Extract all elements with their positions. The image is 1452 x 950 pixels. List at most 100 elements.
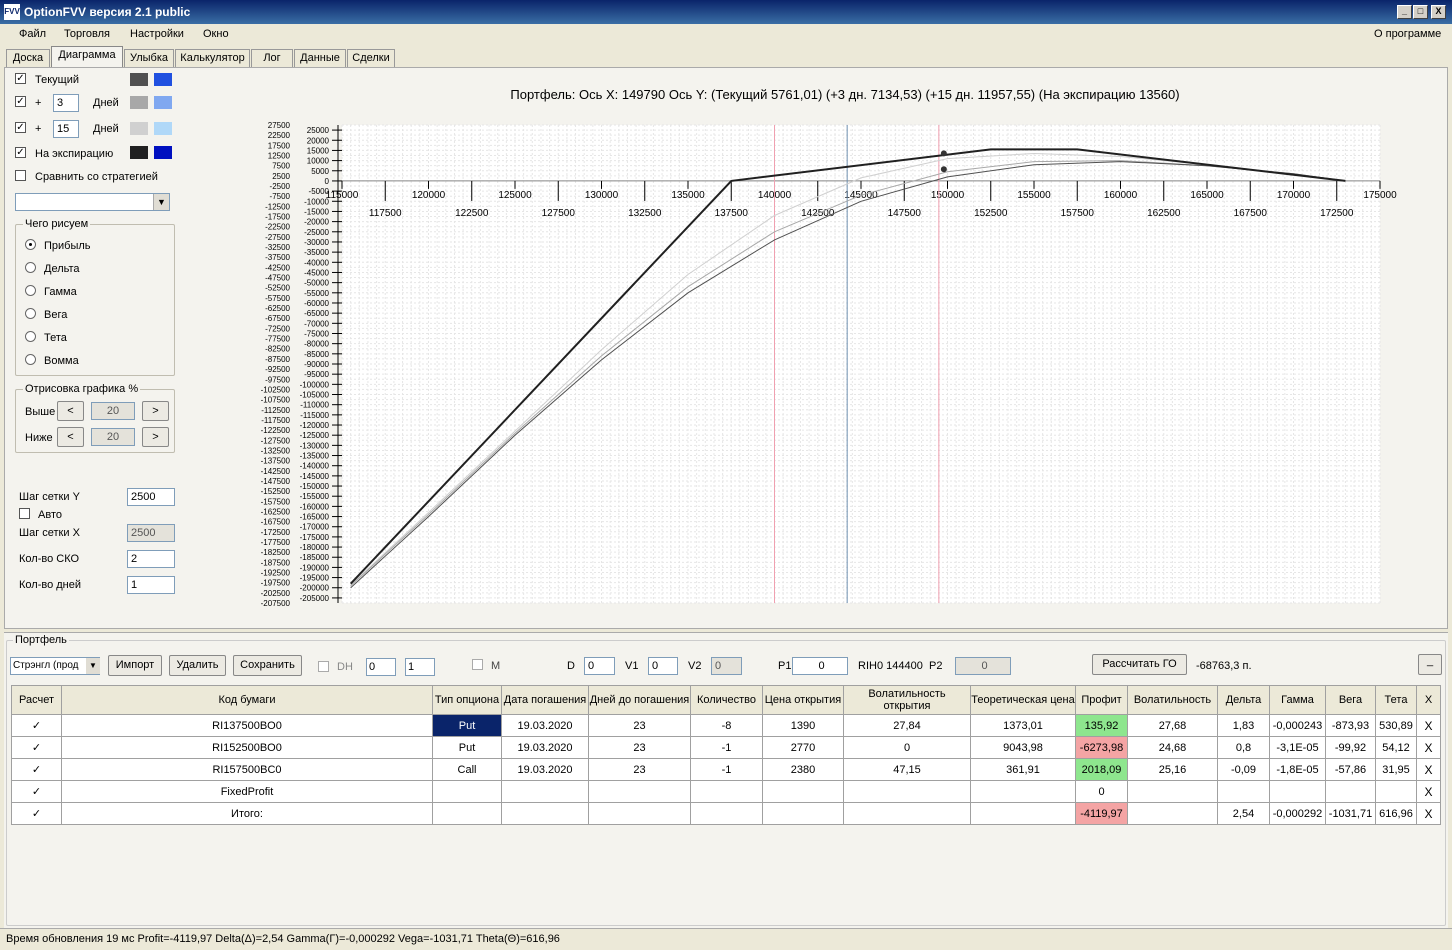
above-increase-button[interactable]: > xyxy=(142,401,169,421)
header-type[interactable]: Тип опциона xyxy=(432,685,502,715)
days2-color-swatch[interactable] xyxy=(130,122,148,135)
close-button[interactable]: X xyxy=(1431,5,1446,19)
radio-vega[interactable] xyxy=(25,308,36,319)
calc-go-button[interactable]: Рассчитать ГО xyxy=(1092,654,1187,675)
tab-smile[interactable]: Улыбка xyxy=(124,49,174,68)
chevron-down-icon[interactable]: ▼ xyxy=(153,194,169,210)
minimize-button[interactable]: _ xyxy=(1397,5,1412,19)
expiry-color-swatch-2[interactable] xyxy=(154,146,172,159)
menu-settings[interactable]: Настройки xyxy=(130,28,184,40)
tab-diagram[interactable]: Диаграмма xyxy=(51,46,123,68)
below-decrease-button[interactable]: < xyxy=(57,427,84,447)
header-date[interactable]: Дата погашения xyxy=(501,685,589,715)
header-delete[interactable]: X xyxy=(1416,685,1441,715)
table-row[interactable]: ✓ RI137500BO0 Put 19.03.2020 23 -8 1390 27,84 13… xyxy=(11,714,1441,737)
above-decrease-button[interactable]: < xyxy=(57,401,84,421)
header-profit[interactable]: Профит xyxy=(1075,685,1128,715)
delete-button[interactable]: Удалить xyxy=(169,655,226,676)
dh-checkbox[interactable] xyxy=(318,661,329,672)
table-row[interactable]: ✓ FixedProfit 0 X xyxy=(11,780,1441,803)
header-vol[interactable]: Волатильность xyxy=(1127,685,1218,715)
v1-input[interactable]: 0 xyxy=(648,657,678,675)
current-color-swatch[interactable] xyxy=(130,73,148,86)
profit-chart[interactable]: Портфель: Ось X: 149790 Ось Y: (Текущий … xyxy=(250,80,1440,610)
row-delete-button[interactable]: X xyxy=(1416,758,1441,781)
days1-color-swatch[interactable] xyxy=(130,96,148,109)
header-code[interactable]: Код бумаги xyxy=(61,685,433,715)
radio-profit[interactable] xyxy=(25,239,36,250)
header-qty[interactable]: Количество xyxy=(690,685,763,715)
auto-checkbox[interactable] xyxy=(19,508,30,519)
d-input[interactable]: 0 xyxy=(584,657,615,675)
row-checkbox[interactable]: ✓ xyxy=(11,758,62,781)
grid-y-input[interactable]: 2500 xyxy=(127,488,175,506)
days2-checkbox[interactable]: ✓ xyxy=(15,122,26,133)
tab-deals[interactable]: Сделки xyxy=(347,49,395,68)
m-checkbox[interactable] xyxy=(472,659,483,670)
radio-delta[interactable] xyxy=(25,262,36,273)
sko-input[interactable]: 2 xyxy=(127,550,175,568)
header-vol-open[interactable]: Волатильность открытия xyxy=(843,685,971,715)
grid-x-input[interactable]: 2500 xyxy=(127,524,175,542)
row-delete-button[interactable]: X xyxy=(1416,714,1441,737)
menu-window[interactable]: Окно xyxy=(203,28,229,40)
dh-spin1[interactable]: 0 xyxy=(366,658,396,676)
table-row[interactable]: ✓ RI157500BC0 Call 19.03.2020 23 -1 2380 47,15 3… xyxy=(11,758,1441,781)
radio-theta[interactable] xyxy=(25,331,36,342)
strategy-select[interactable] xyxy=(15,193,170,211)
menu-about[interactable]: О программе xyxy=(1374,28,1441,40)
row-checkbox[interactable]: ✓ xyxy=(11,802,62,825)
row-gamma: -3,1E-05 xyxy=(1269,736,1326,759)
tab-log[interactable]: Лог xyxy=(251,49,293,68)
days1-input[interactable]: 3 xyxy=(53,94,79,112)
row-checkbox[interactable]: ✓ xyxy=(11,736,62,759)
tab-data[interactable]: Данные xyxy=(294,49,346,68)
header-theta[interactable]: Тета xyxy=(1375,685,1417,715)
current-color-swatch-2[interactable] xyxy=(154,73,172,86)
header-theo[interactable]: Теоретическая цена xyxy=(970,685,1076,715)
days1-checkbox[interactable]: ✓ xyxy=(15,96,26,107)
table-row[interactable]: ✓ RI152500BO0 Put 19.03.2020 23 -1 2770 0 9043,9… xyxy=(11,736,1441,759)
row-checkbox[interactable]: ✓ xyxy=(11,780,62,803)
header-days[interactable]: Дней до погашения xyxy=(588,685,691,715)
save-button[interactable]: Сохранить xyxy=(233,655,302,676)
v2-input[interactable]: 0 xyxy=(711,657,742,675)
row-delete-button[interactable]: X xyxy=(1416,780,1441,803)
days-count-input[interactable]: 1 xyxy=(127,576,175,594)
header-vega[interactable]: Вега xyxy=(1325,685,1376,715)
header-delta[interactable]: Дельта xyxy=(1217,685,1270,715)
radio-vomma[interactable] xyxy=(25,354,36,365)
y-tick-label-left: -22500 xyxy=(265,223,290,232)
row-code: Итого: xyxy=(61,802,433,825)
maximize-button[interactable]: □ xyxy=(1413,5,1428,19)
tab-calculator[interactable]: Калькулятор xyxy=(175,49,250,68)
compare-checkbox[interactable] xyxy=(15,170,26,181)
row-checkbox[interactable]: ✓ xyxy=(11,714,62,737)
p1-input[interactable]: 0 xyxy=(792,657,848,675)
row-delete-button[interactable]: X xyxy=(1416,736,1441,759)
days2-input[interactable]: 15 xyxy=(53,120,79,138)
header-calc[interactable]: Расчет xyxy=(11,685,62,715)
collapse-button[interactable]: _ xyxy=(1418,654,1442,675)
expiry-color-swatch[interactable] xyxy=(130,146,148,159)
below-increase-button[interactable]: > xyxy=(142,427,169,447)
days2-color-swatch-2[interactable] xyxy=(154,122,172,135)
table-row[interactable]: ✓ Итого: -4119,97 2,54 -0,000292 -1031,71 616,… xyxy=(11,802,1441,825)
chevron-down-icon[interactable]: ▼ xyxy=(86,658,100,674)
menu-trading[interactable]: Торговля xyxy=(64,28,110,40)
current-checkbox[interactable]: ✓ xyxy=(15,73,26,84)
x-tick-label-minor: 122500 xyxy=(455,208,489,219)
menu-file[interactable]: Файл xyxy=(19,28,46,40)
dh-spin2[interactable]: 1 xyxy=(405,658,435,676)
days2-plus: + xyxy=(35,123,42,135)
header-gamma[interactable]: Гамма xyxy=(1269,685,1326,715)
days1-color-swatch-2[interactable] xyxy=(154,96,172,109)
tab-board[interactable]: Доска xyxy=(6,49,50,68)
header-price[interactable]: Цена открытия xyxy=(762,685,844,715)
y-tick-label-left: -117500 xyxy=(261,416,290,425)
radio-gamma[interactable] xyxy=(25,285,36,296)
p2-input[interactable]: 0 xyxy=(955,657,1011,675)
expiry-checkbox[interactable]: ✓ xyxy=(15,147,26,158)
import-button[interactable]: Импорт xyxy=(108,655,162,676)
row-delete-button[interactable]: X xyxy=(1416,802,1441,825)
